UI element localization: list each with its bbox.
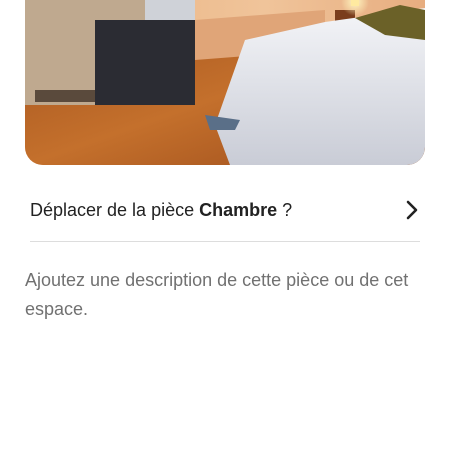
move-room-link[interactable]: Déplacer de la pièce Chambre ? — [30, 190, 420, 230]
bedroom-photo-image — [25, 0, 425, 165]
move-room-label: Déplacer de la pièce Chambre ? — [30, 200, 292, 221]
move-room-suffix: ? — [277, 199, 293, 220]
room-name: Chambre — [199, 199, 278, 220]
divider — [30, 241, 420, 242]
move-room-prefix: Déplacer de la pièce — [30, 199, 200, 220]
description-field[interactable]: Ajoutez une description de cette pièce o… — [25, 266, 425, 324]
chevron-right-icon — [404, 199, 420, 221]
room-photo[interactable] — [25, 0, 425, 165]
